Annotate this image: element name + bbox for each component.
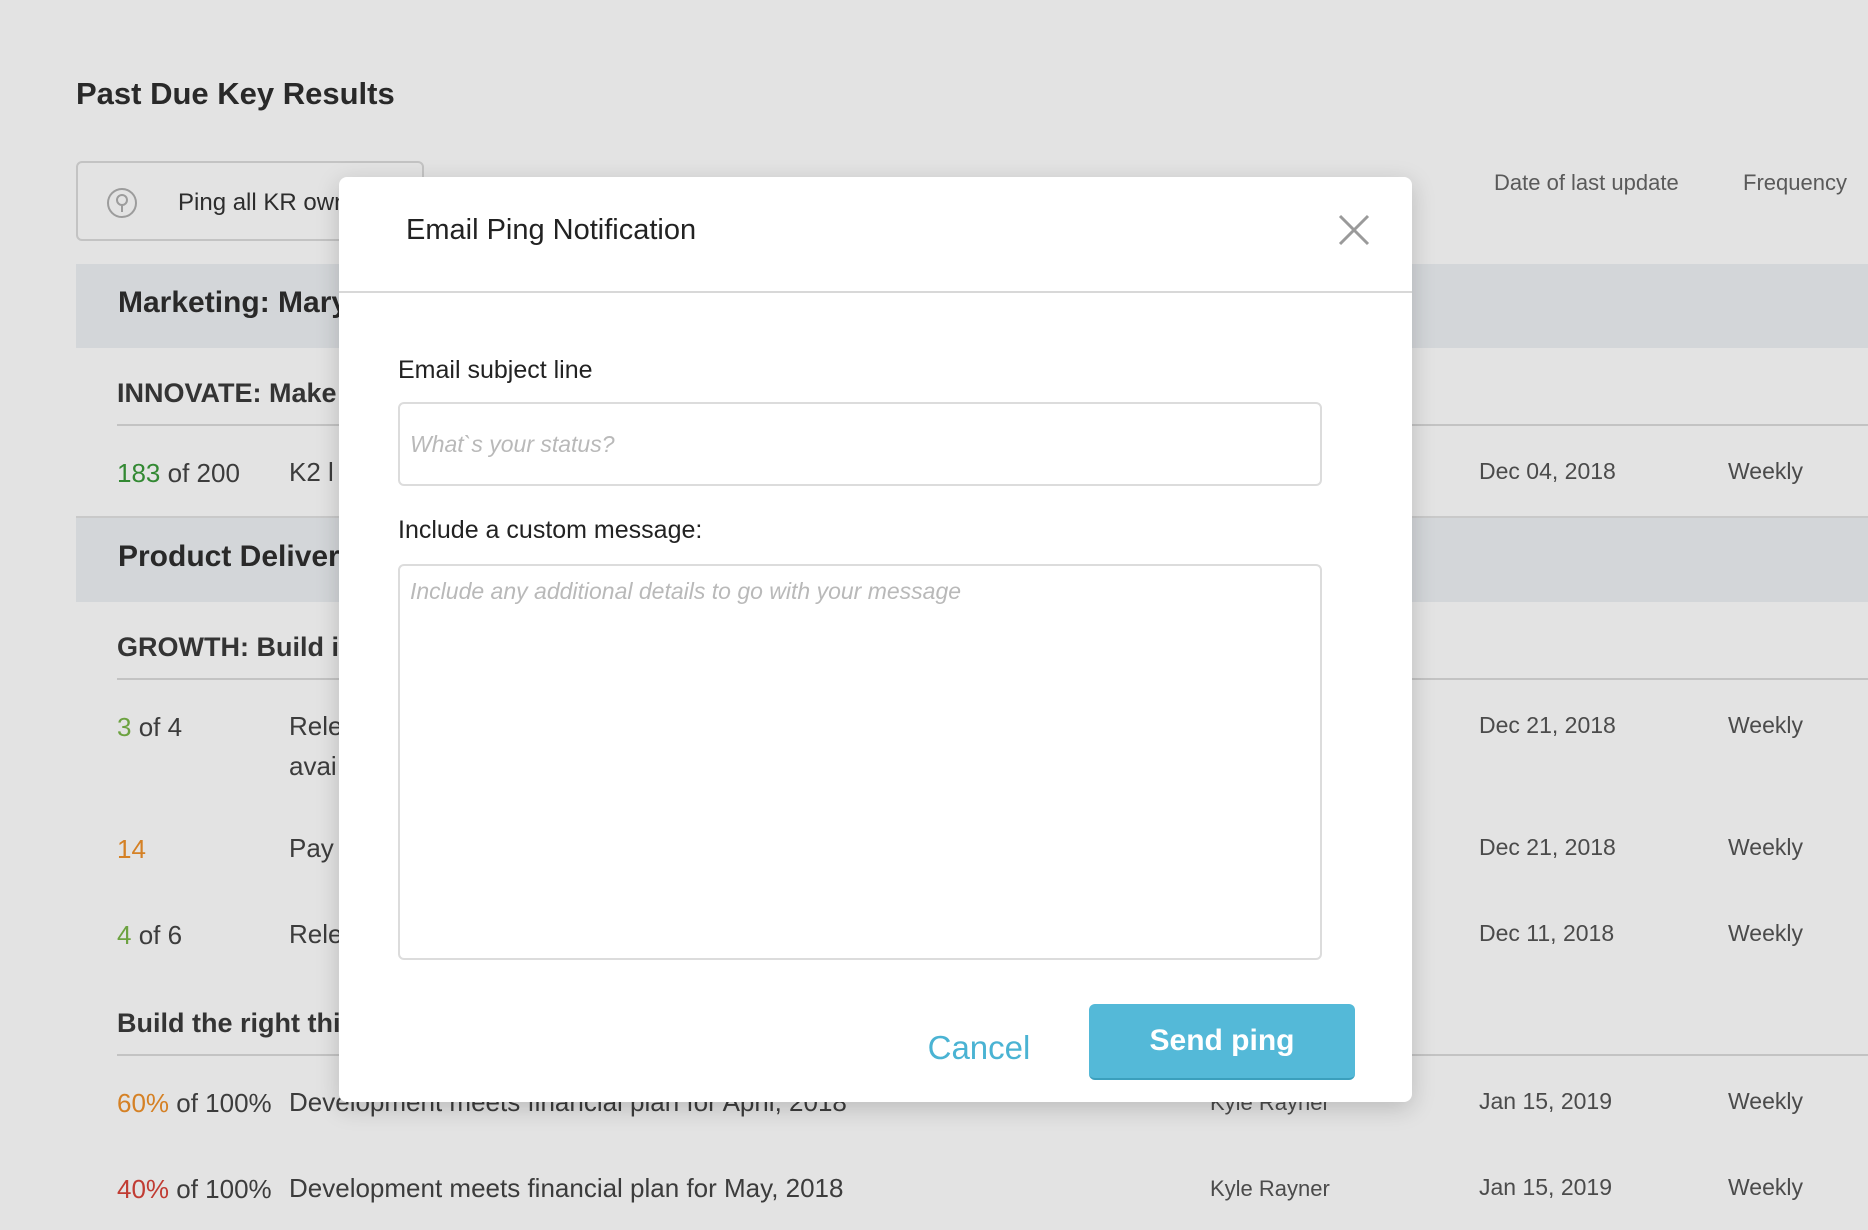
message-label: Include a custom message: xyxy=(398,516,703,544)
email-ping-modal: Email Ping Notification Email subject li… xyxy=(339,177,1412,1102)
modal-title: Email Ping Notification xyxy=(406,214,697,246)
close-icon[interactable] xyxy=(1334,210,1374,250)
subject-label: Email subject line xyxy=(398,356,593,384)
send-ping-button[interactable]: Send ping xyxy=(1089,1004,1355,1080)
subject-input[interactable] xyxy=(398,402,1322,486)
cancel-button[interactable]: Cancel xyxy=(904,1018,1054,1078)
message-textarea[interactable] xyxy=(398,564,1322,960)
modal-header: Email Ping Notification xyxy=(339,177,1412,293)
